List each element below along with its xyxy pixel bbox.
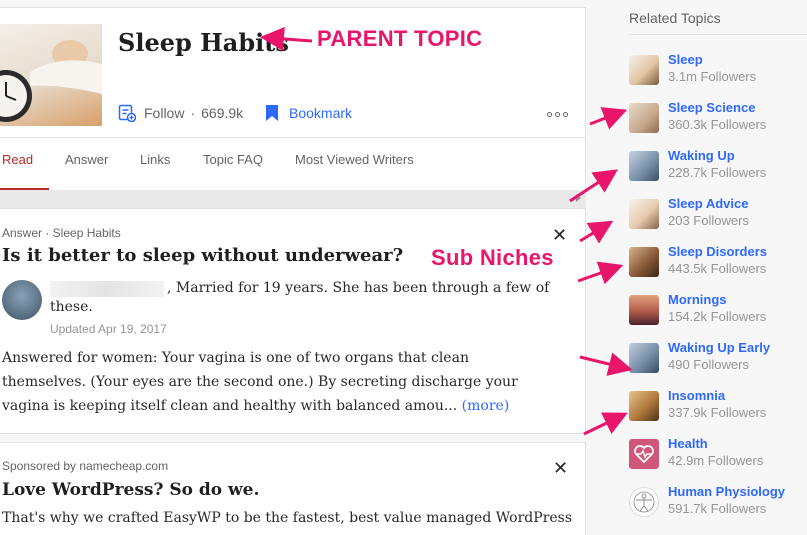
related-topic-sleep-disorders[interactable]: Sleep Disorders 443.5k Followers	[629, 244, 767, 278]
dismiss-ad-icon[interactable]: ✕	[553, 458, 569, 478]
answer-meta: Answer · Sleep Habits	[2, 226, 121, 240]
topic-header-card: Sleep Habits Follow · 669.9k Bookmark Re…	[0, 7, 586, 208]
topic-title: Sleep Habits	[118, 28, 289, 57]
topic-followers: 228.7k Followers	[668, 165, 767, 180]
follow-count: 669.9k	[201, 105, 244, 121]
sponsor-body: That's why we crafted EasyWP to be the f…	[2, 510, 573, 526]
related-topic-sleep-advice[interactable]: Sleep Advice 203 Followers	[629, 196, 749, 230]
related-topic-mornings[interactable]: Mornings 154.2k Followers	[629, 292, 766, 326]
tab-topic-faq[interactable]: Topic FAQ	[203, 138, 280, 190]
related-topic-insomnia[interactable]: Insomnia 337.9k Followers	[629, 388, 766, 422]
topic-name[interactable]: Human Physiology	[668, 484, 785, 500]
related-topics-sidebar: Related Topics Sleep 3.1m Followers Slee…	[615, 0, 807, 535]
sponsor-meta[interactable]: Sponsored by namecheap.com	[2, 459, 168, 473]
topic-thumb	[629, 199, 659, 229]
topic-followers: 337.9k Followers	[668, 405, 767, 420]
related-topic-waking-up[interactable]: Waking Up 228.7k Followers	[629, 148, 766, 182]
health-icon	[629, 439, 659, 469]
answer-card: Answer · Sleep Habits ✕ Is it better to …	[0, 208, 586, 434]
answer-body: Answered for women: Your vagina is one o…	[2, 346, 557, 418]
sponsored-card: Sponsored by namecheap.com ✕ Love WordPr…	[0, 442, 586, 535]
topic-thumb	[629, 103, 659, 133]
topic-thumb	[629, 151, 659, 181]
bookmark-label: Bookmark	[289, 105, 353, 121]
scroll-right-icon[interactable]	[576, 194, 581, 202]
topic-name[interactable]: Waking Up	[668, 148, 766, 164]
follow-button[interactable]: Follow · 669.9k	[118, 104, 243, 122]
author-avatar[interactable]	[2, 280, 42, 320]
tab-links[interactable]: Links	[140, 138, 188, 190]
topic-followers: 490 Followers	[668, 357, 749, 372]
related-topic-health[interactable]: Health 42.9m Followers	[629, 436, 763, 470]
sponsor-title[interactable]: Love WordPress? So do we.	[2, 480, 259, 500]
topic-followers: 3.1m Followers	[668, 69, 757, 84]
more-options-icon[interactable]	[547, 112, 568, 117]
arrow-insomnia	[583, 412, 628, 436]
related-topic-sleep-science[interactable]: Sleep Science 360.3k Followers	[629, 100, 766, 134]
topic-name[interactable]: Insomnia	[668, 388, 766, 404]
topic-thumb	[629, 247, 659, 277]
vitruvian-man-icon	[629, 487, 659, 517]
topic-thumb	[629, 295, 659, 325]
tabs-scrollbar[interactable]	[0, 190, 586, 208]
bookmark-icon	[266, 105, 278, 121]
updated-date: Updated Apr 19, 2017	[50, 322, 167, 336]
more-link[interactable]: (more)	[462, 398, 510, 414]
topic-name[interactable]: Waking Up Early	[668, 340, 770, 356]
topic-followers: 42.9m Followers	[668, 453, 764, 468]
answer-body-text: Answered for women: Your vagina is one o…	[2, 350, 518, 414]
author-credential: , Married for 19 years. She has been thr…	[50, 280, 550, 315]
topic-thumb	[629, 391, 659, 421]
topic-followers: 203 Followers	[668, 213, 749, 228]
topic-name[interactable]: Sleep Disorders	[668, 244, 767, 260]
follow-label: Follow	[144, 105, 185, 121]
related-topic-sleep[interactable]: Sleep 3.1m Followers	[629, 52, 756, 86]
arrow-sleep-science	[589, 107, 628, 130]
question-title[interactable]: Is it better to sleep without underwear?	[2, 245, 403, 266]
sidebar-divider	[629, 34, 807, 35]
follow-icon	[118, 104, 136, 122]
topic-followers: 154.2k Followers	[668, 309, 767, 324]
follow-separator: ·	[190, 105, 196, 121]
topic-followers: 443.5k Followers	[668, 261, 767, 276]
related-topic-human-physiology[interactable]: Human Physiology 591.7k Followers	[629, 484, 785, 518]
topic-name[interactable]: Sleep	[668, 52, 756, 68]
topic-name[interactable]: Sleep Advice	[668, 196, 749, 212]
tab-answer[interactable]: Answer	[65, 138, 125, 190]
topic-image	[0, 24, 102, 126]
bookmark-button[interactable]: Bookmark	[264, 104, 352, 122]
sidebar-title: Related Topics	[629, 10, 721, 26]
topic-name[interactable]: Sleep Science	[668, 100, 766, 116]
topic-thumb	[629, 343, 659, 373]
dismiss-answer-icon[interactable]: ✕	[552, 225, 568, 245]
tab-read[interactable]: Read	[0, 138, 49, 190]
topic-thumb	[629, 55, 659, 85]
topic-name[interactable]: Health	[668, 436, 763, 452]
topic-followers: 591.7k Followers	[668, 501, 767, 516]
sub-niches-annotation: Sub Niches	[431, 245, 554, 270]
topic-name[interactable]: Mornings	[668, 292, 766, 308]
related-topic-waking-up-early[interactable]: Waking Up Early 490 Followers	[629, 340, 770, 374]
parent-topic-annotation: PARENT TOPIC	[317, 26, 483, 51]
topic-tabs: Read Answer Links Topic FAQ Most Viewed …	[0, 137, 586, 190]
topic-followers: 360.3k Followers	[668, 117, 767, 132]
tab-most-viewed-writers[interactable]: Most Viewed Writers	[295, 138, 435, 190]
